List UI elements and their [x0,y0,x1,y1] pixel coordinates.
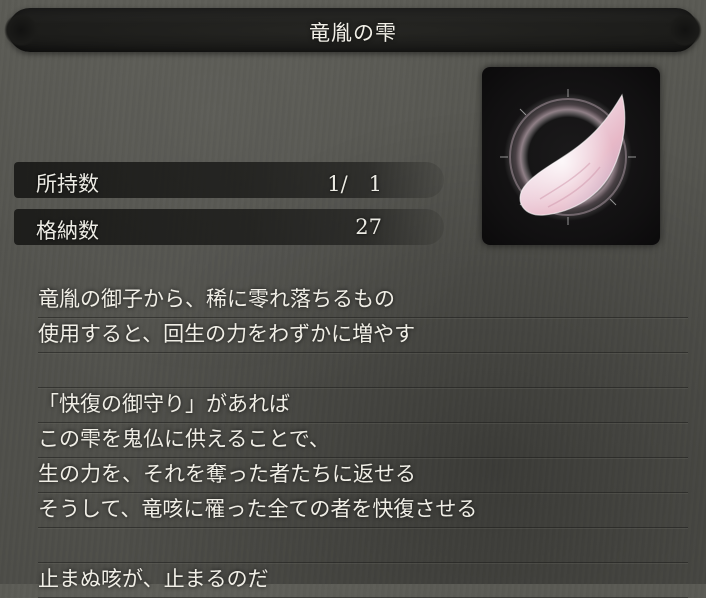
dragon-blood-droplet-icon [500,89,636,225]
description-line: 止まぬ咳が、止まるのだ [38,563,688,598]
description-line: そうして、竜咳に罹った全ての者を快復させる [38,493,688,528]
item-title-banner: 竜胤の雫 [4,8,702,52]
description-line: 生の力を、それを奪った者たちに返せる [38,458,688,493]
description-line: 使用すると、回生の力をわずかに増やす [38,318,688,353]
storage-count-row: 格納数 27 [14,209,444,245]
description-line: 「快復の御守り」があれば [38,388,688,423]
description-line [38,353,688,388]
item-image-frame [482,67,660,245]
held-count-label: 所持数 [36,172,99,196]
description-line [38,528,688,563]
item-name: 竜胤の雫 [309,21,397,45]
storage-count-value: 27 [355,215,382,239]
description-line: 竜胤の御子から、稀に零れ落ちるもの [38,283,688,318]
storage-count-label: 格納数 [36,219,99,243]
description-line: この雫を鬼仏に供えることで、 [38,423,688,458]
held-count-value: 1/ 1 [327,172,382,196]
item-description: 竜胤の御子から、稀に零れ落ちるもの 使用すると、回生の力をわずかに増やす 「快復… [38,283,688,598]
held-count-row: 所持数 1/ 1 [14,162,444,198]
